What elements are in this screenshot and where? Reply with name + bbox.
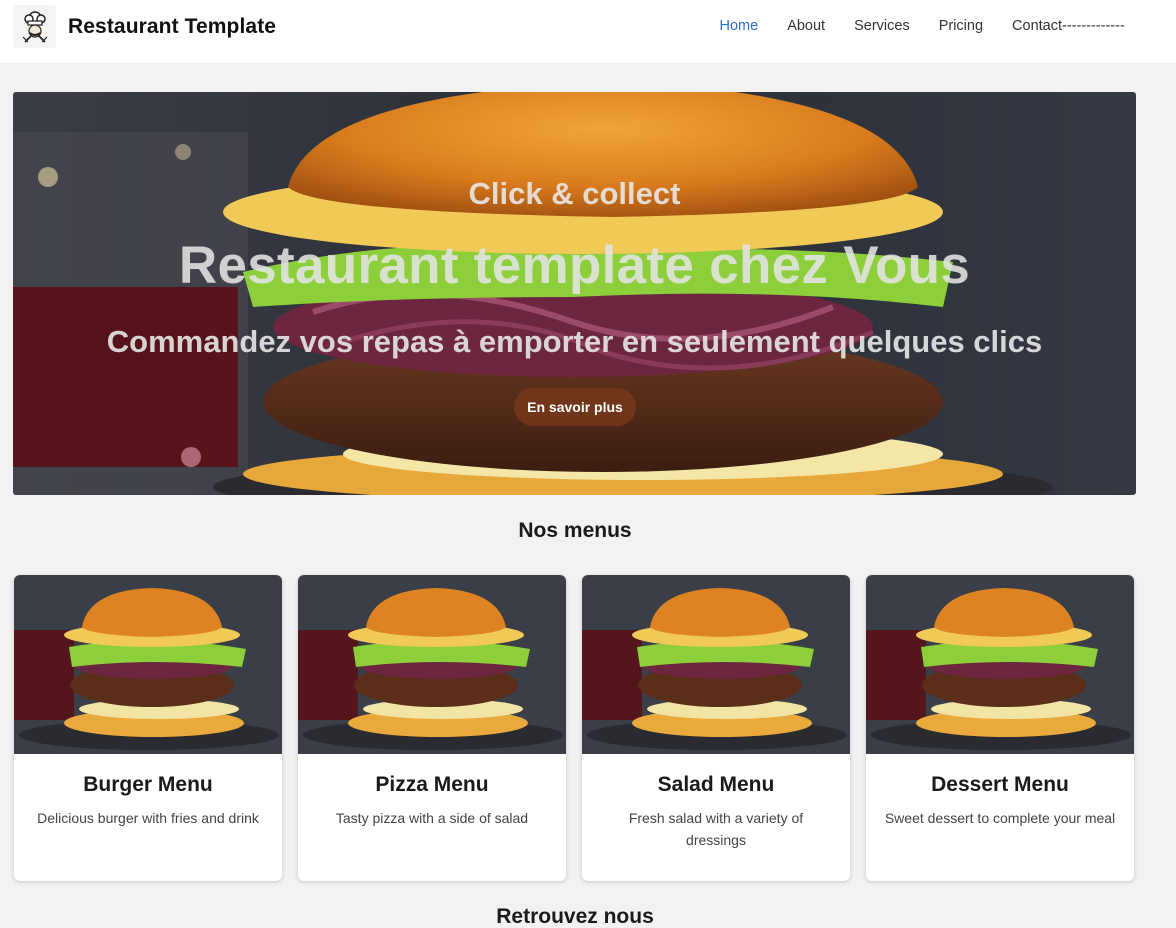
card-title: Dessert Menu (931, 773, 1069, 796)
find-us-section-title: Retrouvez nous (496, 905, 654, 928)
menu-cards: Burger Menu Delicious burger with fries … (14, 575, 1136, 881)
navbar: Restaurant Template Home About Services … (0, 0, 1176, 63)
main-nav: Home About Services Pricing Contact-----… (705, 17, 1139, 35)
learn-more-button[interactable]: En savoir plus (514, 388, 636, 426)
nav-link-pricing[interactable]: Pricing (924, 17, 997, 35)
card-title: Pizza Menu (375, 773, 489, 796)
nav-item-home: Home (705, 17, 773, 35)
nav-item-about: About (773, 17, 840, 35)
nav-link-about[interactable]: About (773, 17, 840, 35)
card-burger-image (298, 575, 566, 754)
menu-card-salad[interactable]: Salad Menu Fresh salad with a variety of… (582, 575, 850, 881)
nav-link-contact[interactable]: Contact------------- (998, 17, 1140, 35)
chef-logo-icon (13, 5, 56, 48)
card-burger-image (14, 575, 282, 754)
menus-section-title: Nos menus (518, 519, 632, 542)
card-burger-image (582, 575, 850, 754)
card-description: Delicious burger with fries and drink (37, 810, 259, 826)
card-description: Tasty pizza with a side of salad (335, 810, 529, 826)
card-description: Fresh salad with a variety of dressings (628, 810, 804, 848)
menu-card-pizza[interactable]: Pizza Menu Tasty pizza with a side of sa… (298, 575, 566, 881)
card-burger-image (866, 575, 1134, 754)
brand-name: Restaurant Template (68, 14, 277, 38)
hero-kicker: Click & collect (468, 176, 681, 211)
nav-item-services: Services (840, 17, 925, 35)
nav-link-services[interactable]: Services (840, 17, 925, 35)
nav-item-contact: Contact------------- (998, 17, 1140, 35)
card-description: Sweet dessert to complete your meal (884, 810, 1116, 826)
menu-card-dessert[interactable]: Dessert Menu Sweet dessert to complete y… (866, 575, 1134, 881)
brand[interactable]: Restaurant Template (13, 5, 276, 48)
hero-tagline: Commandez vos repas à emporter en seulem… (106, 324, 1043, 359)
card-title: Salad Menu (657, 773, 775, 796)
menu-card-burger[interactable]: Burger Menu Delicious burger with fries … (14, 575, 282, 881)
hero-headline: Restaurant template chez Vous (178, 236, 971, 295)
nav-link-home[interactable]: Home (705, 17, 773, 35)
hero-banner: Click & collect Restaurant template chez… (13, 92, 1136, 495)
nav-item-pricing: Pricing (924, 17, 997, 35)
card-title: Burger Menu (83, 773, 213, 796)
